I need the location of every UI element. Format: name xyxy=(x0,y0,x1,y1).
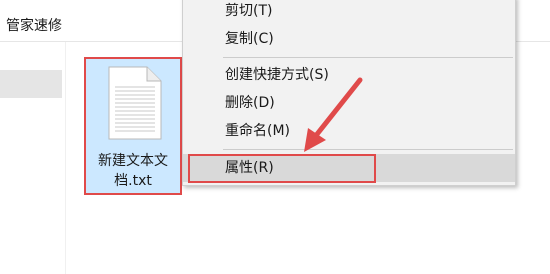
text-file-icon xyxy=(108,66,162,140)
nav-pane-selected-item[interactable] xyxy=(0,70,62,98)
menu-item-copy[interactable]: 复制(C) xyxy=(183,25,515,53)
address-bar-text: 管家速修 xyxy=(6,18,62,34)
red-arrow-icon xyxy=(304,77,363,152)
menu-item-cut[interactable]: 剪切(T) xyxy=(183,0,515,25)
file-item[interactable]: 新建文本文档.txt xyxy=(84,57,182,195)
menu-separator xyxy=(223,57,513,58)
file-name-label: 新建文本文档.txt xyxy=(98,153,168,189)
navigation-pane xyxy=(0,42,66,274)
menu-item-properties[interactable]: 属性(R) xyxy=(183,154,515,182)
